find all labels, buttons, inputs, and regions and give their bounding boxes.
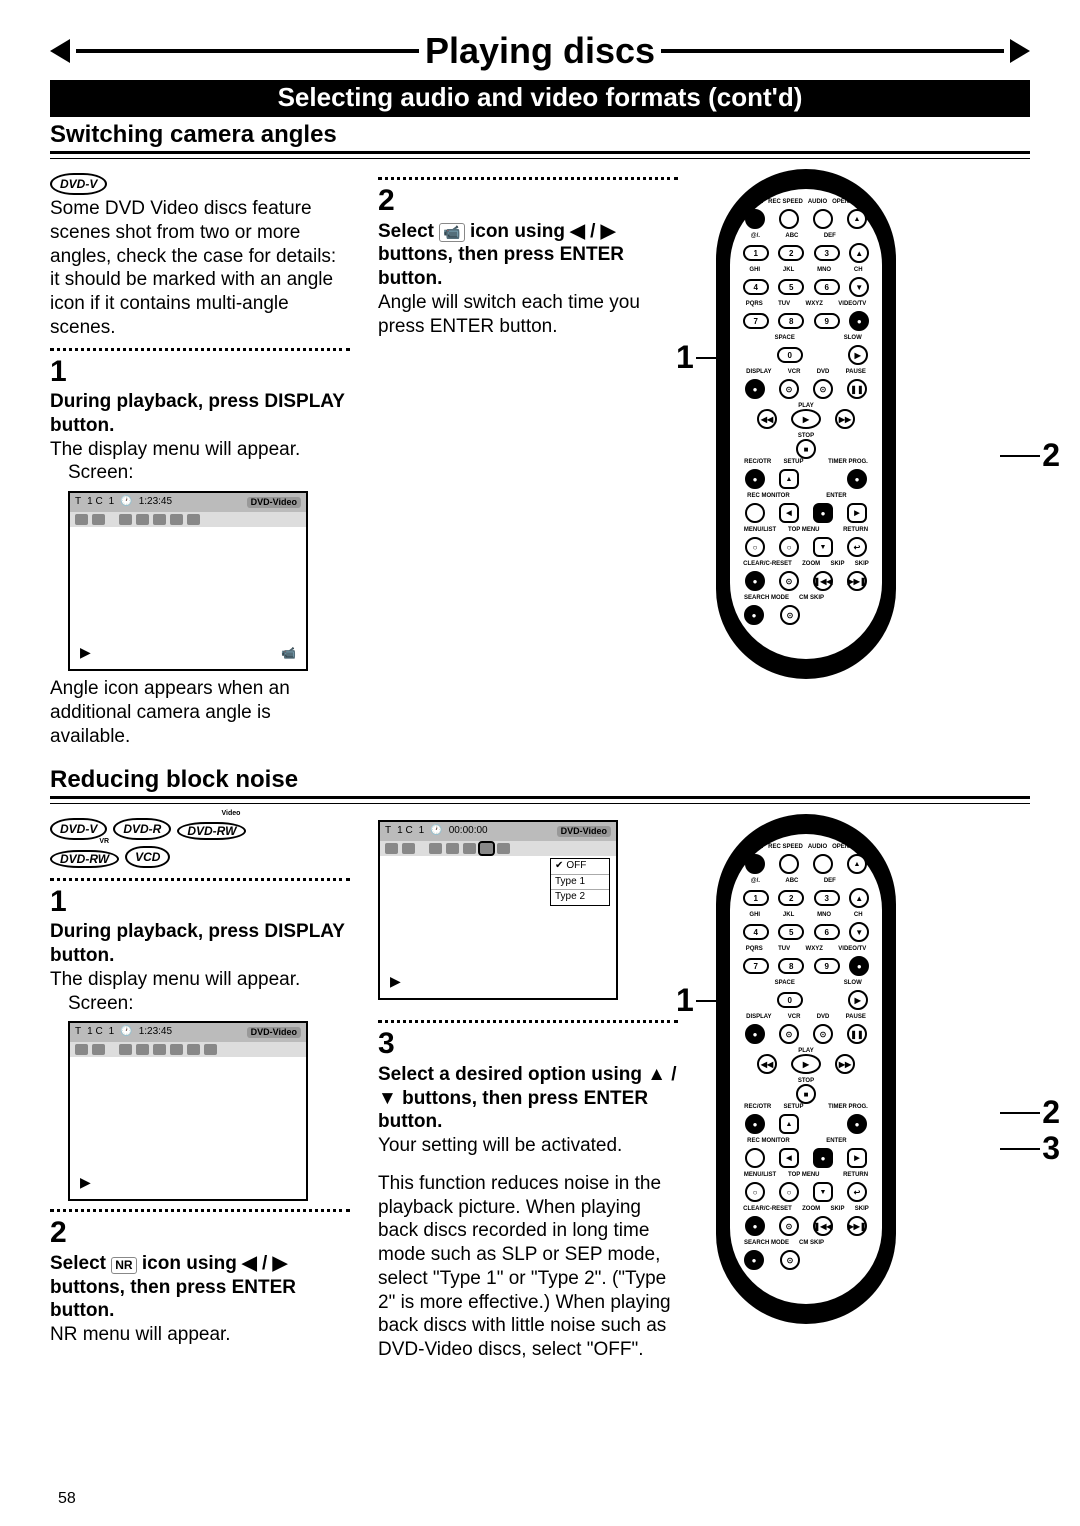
step-2-head: Select 📹 icon using ◀ / ▶ buttons, then … <box>378 220 678 291</box>
section-a: DVD-V Some DVD Video discs feature scene… <box>50 169 1030 748</box>
sec-b-remote-col: 1 2 3 POWERREC SPEEDAUDIOOPEN/CLOSE ▲ @/… <box>706 814 1030 1362</box>
section-b: DVD-V DVD-R VideoDVD-RW VRDVD-RW VCD 1 D… <box>50 814 1030 1362</box>
sec-a-remote-col: 1 2 POWERREC SPEEDAUDIOOPEN/CLOSE ▲ @/.A… <box>706 169 1030 748</box>
heading-reducing-noise: Reducing block noise <box>50 766 1030 794</box>
screen-display-b2: T1 C1🕐00:00:00DVD-Video ✔OFF Type 1 Type… <box>378 820 618 1000</box>
section-title: Selecting audio and video formats (cont'… <box>50 80 1030 117</box>
page-number: 58 <box>58 1490 76 1508</box>
chapter-title: Playing discs <box>425 30 655 72</box>
camera-icon: 📹 <box>439 223 464 243</box>
sec-b-col-2: T1 C1🕐00:00:00DVD-Video ✔OFF Type 1 Type… <box>378 814 678 1362</box>
page: Playing discs Selecting audio and video … <box>0 0 1080 1526</box>
nr-menu: ✔OFF Type 1 Type 2 <box>550 858 610 906</box>
sec-b-col-1: DVD-V DVD-R VideoDVD-RW VRDVD-RW VCD 1 D… <box>50 814 350 1362</box>
badge-dvd-v: DVD-V <box>50 173 107 195</box>
angle-icon: 📹 <box>281 646 296 661</box>
screen-display-a: T1 C 1🕐 1:23:45 DVD-Video ▶ 📹 <box>68 491 308 671</box>
remote-diagram-2: POWERREC SPEEDAUDIOOPEN/CLOSE ▲ @/.ABCDE… <box>716 814 896 1324</box>
step-2-num: 2 <box>378 182 678 220</box>
remote-diagram-1: POWERREC SPEEDAUDIOOPEN/CLOSE ▲ @/.ABCDE… <box>716 169 896 679</box>
step-1-head: During playback, press DISPLAY button. <box>50 390 350 438</box>
sec-a-intro: Some DVD Video discs feature scenes shot… <box>50 197 350 340</box>
step-1-after: Angle icon appears when an additional ca… <box>50 677 350 748</box>
step-1-num: 1 <box>50 353 350 391</box>
heading-switching-angles: Switching camera angles <box>50 121 1030 149</box>
chapter-ornament: Playing discs <box>50 30 1030 72</box>
sec-a-col-1: DVD-V Some DVD Video discs feature scene… <box>50 169 350 748</box>
sec-a-col-2: 2 Select 📹 icon using ◀ / ▶ buttons, the… <box>378 169 678 748</box>
screen-display-b1: T1 C1🕐1:23:45DVD-Video ▶ <box>68 1021 308 1201</box>
step-2-body: Angle will switch each time you press EN… <box>378 291 678 339</box>
nr-icon: NR <box>111 1257 136 1274</box>
